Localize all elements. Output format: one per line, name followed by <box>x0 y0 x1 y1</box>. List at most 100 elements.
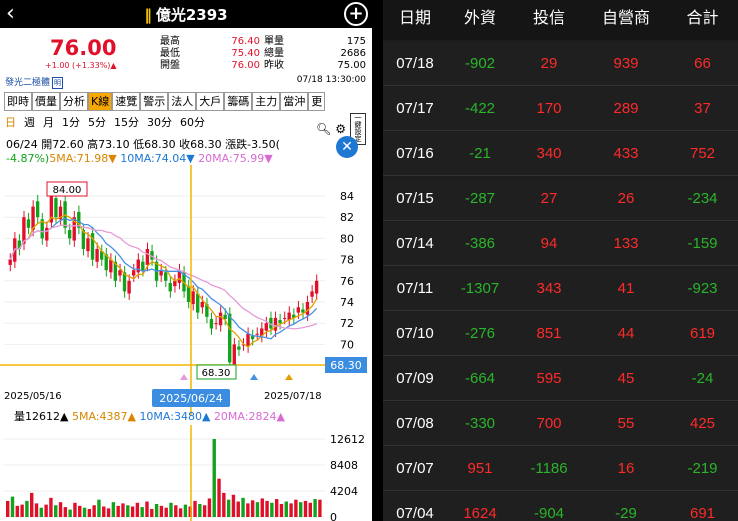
tab-item[interactable]: 警示 <box>140 92 169 111</box>
period-tab[interactable]: 30分 <box>147 114 172 130</box>
volume-bar <box>92 505 96 517</box>
add-icon[interactable]: + <box>344 2 368 26</box>
table-row[interactable]: 07/16 -21 340 433 752 <box>383 132 738 176</box>
cell-date: 07/07 <box>396 460 434 477</box>
volume-bar <box>130 506 135 517</box>
close-icon[interactable]: ✕ <box>336 136 358 158</box>
candle-body <box>196 293 200 313</box>
cell-total: 691 <box>689 505 716 521</box>
cell-dealer: 433 <box>613 145 639 162</box>
volume-bar <box>25 500 29 517</box>
price-chart[interactable]: 84 82 80 78 76 74 72 70 68.30 84.00 68.30 2025/05/1… <box>0 165 372 415</box>
period-tab[interactable]: 15分 <box>114 114 139 130</box>
tab-item[interactable]: 當沖 <box>280 92 309 111</box>
industry-link[interactable]: 發光二極體明 <box>5 75 64 89</box>
cell-foreign: -21 <box>469 145 491 162</box>
x-axis-label: 2025/05/16 <box>4 391 62 402</box>
y-tick-label: 76 <box>340 275 354 288</box>
volume-bar <box>183 504 188 517</box>
volume-bar <box>87 508 92 517</box>
candle-info-line2: -4.87%)5MA:71.98▼ 10MA:74.04▼ 20MA:75.99… <box>6 152 326 166</box>
volume-bar <box>270 502 274 517</box>
cell-date: 07/18 <box>396 55 434 72</box>
volume-bar <box>169 502 173 517</box>
volume-bar <box>106 508 111 517</box>
candle-body <box>54 198 58 218</box>
tab-item[interactable]: 籌碼 <box>224 92 253 111</box>
candle-body <box>109 259 113 273</box>
current-price: 76.00 <box>50 36 117 60</box>
tab-item[interactable]: 法人 <box>168 92 197 111</box>
tab-item[interactable]: 即時 <box>4 92 32 111</box>
table-row[interactable]: 07/08 -330 700 55 425 <box>383 402 738 446</box>
tab-item[interactable]: 主力 <box>252 92 281 111</box>
period-tab[interactable]: 5分 <box>88 114 106 130</box>
gear-icon[interactable]: ⚙ <box>335 122 346 136</box>
vol-ma20: 20MA:2824▲ <box>213 410 285 423</box>
volume-bar <box>250 500 255 517</box>
candle-body <box>131 270 136 276</box>
table-row[interactable]: 07/10 -276 851 44 619 <box>383 312 738 356</box>
tab-item[interactable]: 大戶 <box>196 92 225 111</box>
tab-item[interactable]: K線 <box>88 92 113 111</box>
search-icon[interactable]: 🔍︎ <box>316 122 331 136</box>
volume-bar <box>97 499 101 517</box>
table-row[interactable]: 07/18 -902 29 939 66 <box>383 42 738 86</box>
volume-bar <box>246 503 250 517</box>
period-tab[interactable]: 1分 <box>62 114 80 130</box>
tab-item[interactable]: 速覽 <box>112 92 141 111</box>
cell-foreign: -287 <box>464 190 496 207</box>
cell-date: 07/04 <box>396 505 434 521</box>
ma-cross-marker <box>285 374 293 380</box>
y-tick-label: 70 <box>340 338 354 351</box>
table-row[interactable]: 07/09 -664 595 45 -24 <box>383 357 738 401</box>
table-row[interactable]: 07/15 -287 27 26 -234 <box>383 177 738 221</box>
volume-bar <box>274 499 279 517</box>
tab-item[interactable]: 價量 <box>32 92 60 111</box>
volume-value: 量12612▲ <box>14 410 69 423</box>
volume-bar <box>54 505 58 517</box>
quote-panel: 76.00 +1.00 (+1.33%)▲ 最高 76.40 單量 175 最低… <box>0 28 372 76</box>
header-total: 合計 <box>686 8 719 27</box>
cell-date: 07/11 <box>396 280 434 297</box>
table-row[interactable]: 07/17 -422 170 289 37 <box>383 87 738 131</box>
volume-bar <box>102 506 106 517</box>
y-tick-label: 72 <box>340 317 354 330</box>
candle-body <box>246 333 250 347</box>
period-tab[interactable]: 月 <box>43 114 54 130</box>
quote-table: 最高 76.40 單量 175 最低 75.40 總量 2686 開盤 76.0… <box>160 36 366 72</box>
cell-dealer: 41 <box>617 280 635 297</box>
quote-row: 最低 75.40 總量 2686 <box>160 48 366 60</box>
volume-bar <box>236 501 240 517</box>
cell-trust: 851 <box>536 325 562 342</box>
period-tab[interactable]: 60分 <box>180 114 205 130</box>
tab-item[interactable]: 更 <box>308 92 326 111</box>
volume-bar <box>284 501 288 517</box>
volume-bar <box>289 503 293 517</box>
vol-ma5: 5MA:4387▲ <box>71 410 136 423</box>
volume-bar <box>255 502 260 517</box>
volume-chart[interactable]: 12612 8408 4204 0 <box>0 425 372 521</box>
volume-bar <box>150 508 154 517</box>
volume-bar <box>303 500 308 517</box>
period-tab[interactable]: 週 <box>24 114 35 130</box>
candle-body <box>145 249 150 265</box>
volume-bar <box>82 507 87 517</box>
cell-dealer: 45 <box>617 370 635 387</box>
cell-foreign: -902 <box>464 55 496 72</box>
cell-total: -234 <box>687 190 718 207</box>
table-row[interactable]: 07/14 -386 94 133 -159 <box>383 222 738 266</box>
cell-trust: 170 <box>536 100 562 117</box>
cell-dealer: 26 <box>617 190 635 207</box>
tab-item[interactable]: 分析 <box>60 92 88 111</box>
table-row[interactable]: 07/07 951 -1186 16 -219 <box>383 447 738 491</box>
volume-info: 量12612▲ 5MA:4387▲ 10MA:3480▲ 20MA:2824▲ <box>14 408 285 424</box>
table-row[interactable]: 07/04 1624 -904 -29 691 <box>383 492 738 521</box>
ma-cross-marker <box>250 374 258 380</box>
cell-trust: 27 <box>540 190 558 207</box>
table-row[interactable]: 07/11 -1307 343 41 -923 <box>383 267 738 311</box>
stock-title: 億光2393 <box>155 6 228 24</box>
cell-trust: 595 <box>536 370 562 387</box>
period-tab[interactable]: 日 <box>5 114 16 130</box>
volume-bar <box>260 498 264 517</box>
